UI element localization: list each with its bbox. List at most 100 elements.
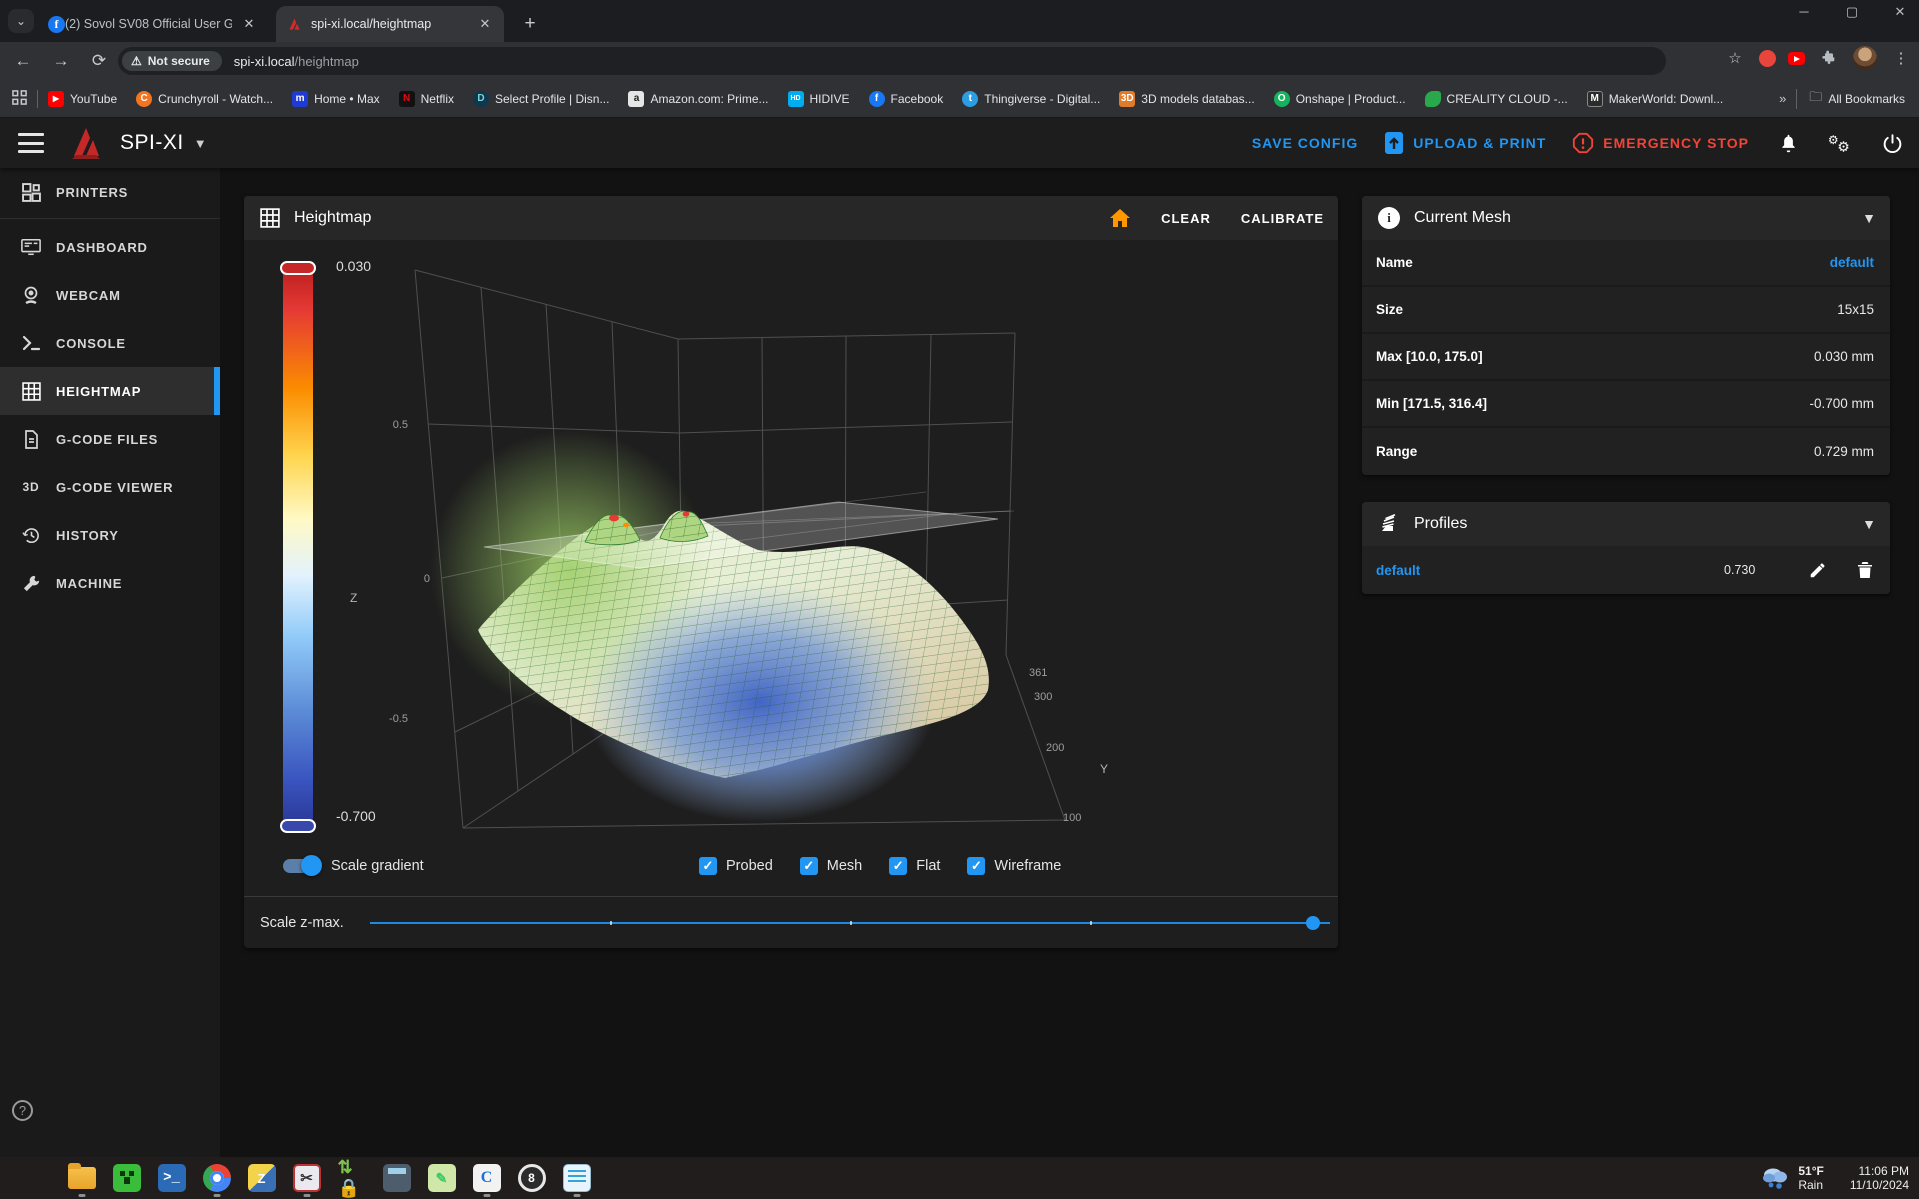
calculator-icon xyxy=(383,1164,411,1192)
window-close-button[interactable]: ✕ xyxy=(1887,4,1913,20)
new-tab-button[interactable]: + xyxy=(516,10,544,38)
profile-avatar[interactable] xyxy=(1853,46,1877,70)
browser-tab-active[interactable]: spi-xi.local/heightmap ✕ xyxy=(276,6,504,42)
bookmark-onshape[interactable]: OOnshape | Product... xyxy=(1274,91,1406,107)
back-button[interactable]: ← xyxy=(8,46,38,76)
slider-thumb[interactable] xyxy=(1306,916,1320,930)
sidebar-item-gcode-files[interactable]: G-CODE FILES xyxy=(0,415,220,463)
bookmark-thingiverse[interactable]: tThingiverse - Digital... xyxy=(962,91,1100,107)
wireframe-checkbox-item[interactable]: Wireframe xyxy=(967,857,1061,875)
tab-search-button[interactable]: ⌄ xyxy=(8,9,34,33)
bookmark-amazon[interactable]: aAmazon.com: Prime... xyxy=(628,91,768,107)
printer-name[interactable]: SPI-XI xyxy=(120,131,184,155)
printer-select-chevron-icon[interactable]: ▼ xyxy=(194,136,207,151)
notifications-bell-icon[interactable] xyxy=(1775,130,1801,156)
taskbar-minecraft[interactable] xyxy=(104,1157,149,1199)
tab-close-icon[interactable]: ✕ xyxy=(476,15,494,33)
scale-zmax-slider[interactable] xyxy=(370,922,1330,924)
sidebar-item-heightmap[interactable]: HEIGHTMAP xyxy=(0,367,220,415)
taskbar-notepadpp[interactable]: ✎ xyxy=(419,1157,464,1199)
taskbar-notepad[interactable] xyxy=(554,1157,599,1199)
mesh-name-link[interactable]: default xyxy=(1830,255,1874,270)
bookmark-creality[interactable]: CREALITY CLOUD -... xyxy=(1425,91,1568,107)
mesh-checkbox[interactable] xyxy=(800,857,818,875)
taskbar-file-explorer[interactable] xyxy=(59,1157,104,1199)
taskbar-calculator[interactable] xyxy=(374,1157,419,1199)
taskbar-start-button[interactable] xyxy=(14,1157,59,1199)
reload-button[interactable]: ⟳ xyxy=(84,46,114,76)
menu-hamburger-icon[interactable] xyxy=(18,133,44,153)
settings-gears-icon[interactable]: ⚙⚙ xyxy=(1827,130,1853,156)
forward-button[interactable]: → xyxy=(46,46,76,76)
bookmark-disney[interactable]: DSelect Profile | Disn... xyxy=(473,91,610,107)
taskbar-clock[interactable]: 11:06 PM 11/10/2024 xyxy=(1850,1164,1909,1192)
current-mesh-header[interactable]: i Current Mesh ▼ xyxy=(1362,196,1890,240)
power-icon[interactable] xyxy=(1879,130,1905,156)
adblock-extension-icon[interactable] xyxy=(1759,50,1776,67)
bookmarks-overflow-chevron[interactable]: » xyxy=(1779,91,1784,106)
machine-wrench-icon xyxy=(20,574,42,593)
bookmark-netflix[interactable]: NNetflix xyxy=(399,91,454,107)
sidebar-item-webcam[interactable]: WEBCAM xyxy=(0,271,220,319)
clear-button[interactable]: CLEAR xyxy=(1161,211,1211,226)
save-config-button[interactable]: SAVE CONFIG xyxy=(1252,135,1358,151)
sidebar-item-dashboard[interactable]: DASHBOARD xyxy=(0,223,220,271)
extensions-puzzle-icon[interactable] xyxy=(1817,46,1841,70)
bookmark-youtube[interactable]: ▶YouTube xyxy=(48,91,117,107)
heightmap-colorbar[interactable] xyxy=(283,264,313,830)
mesh-checkbox-item[interactable]: Mesh xyxy=(800,857,862,875)
sidebar-item-history[interactable]: HISTORY xyxy=(0,511,220,559)
taskbar-c-app[interactable]: C xyxy=(464,1157,509,1199)
all-bookmarks-button[interactable]: 🗀 All Bookmarks xyxy=(1809,88,1905,110)
collapse-chevron-icon[interactable]: ▼ xyxy=(1862,210,1876,226)
profile-name-link[interactable]: default xyxy=(1376,563,1420,578)
colorbar-min-handle[interactable] xyxy=(280,819,316,833)
bookmark-crunchyroll[interactable]: CCrunchyroll - Watch... xyxy=(136,91,273,107)
sidebar-item-gcode-viewer[interactable]: 3D G-CODE VIEWER xyxy=(0,463,220,511)
taskbar-snipping-tool[interactable]: ✂ xyxy=(284,1157,329,1199)
bookmark-star-icon[interactable]: ☆ xyxy=(1723,46,1747,70)
taskbar-round-app[interactable]: 8 xyxy=(509,1157,554,1199)
window-minimize-button[interactable]: ─ xyxy=(1791,4,1817,20)
probed-checkbox-item[interactable]: Probed xyxy=(699,857,773,875)
scale-gradient-toggle[interactable] xyxy=(283,859,319,873)
not-secure-chip[interactable]: ⚠ Not secure xyxy=(122,51,222,71)
bookmark-hidive[interactable]: HDHIDIVE xyxy=(788,91,850,107)
heightmap-3d-plot[interactable]: 0.5 0 -0.5 Z 361 300 200 100 Y xyxy=(330,240,1140,860)
flat-checkbox[interactable] xyxy=(889,857,907,875)
upload-print-button[interactable]: UPLOAD & PRINT xyxy=(1384,131,1546,155)
taskbar-powershell[interactable]: >_ xyxy=(149,1157,194,1199)
sidebar-item-printers[interactable]: PRINTERS xyxy=(0,168,220,216)
profile-delete-trash-icon[interactable] xyxy=(1854,559,1876,581)
tab-close-icon[interactable]: ✕ xyxy=(240,15,258,33)
sidebar-item-console[interactable]: CONSOLE xyxy=(0,319,220,367)
calibrate-button[interactable]: CALIBRATE xyxy=(1241,211,1324,226)
bookmark-facebook[interactable]: fFacebook xyxy=(869,91,944,107)
taskbar-chrome[interactable] xyxy=(194,1157,239,1199)
emergency-stop-button[interactable]: EMERGENCY STOP xyxy=(1572,132,1749,154)
bookmark-max[interactable]: mHome • Max xyxy=(292,91,380,107)
probed-checkbox[interactable] xyxy=(699,857,717,875)
youtube-extension-icon[interactable] xyxy=(1788,52,1805,65)
sidebar-item-machine[interactable]: MACHINE xyxy=(0,559,220,607)
wireframe-checkbox[interactable] xyxy=(967,857,985,875)
browser-tab-inactive[interactable]: f (2) Sovol SV08 Official User Gro ✕ xyxy=(38,6,268,42)
mesh-row-range: Range 0.729 mm xyxy=(1362,428,1890,475)
home-button[interactable] xyxy=(1109,208,1131,228)
flat-checkbox-item[interactable]: Flat xyxy=(889,857,940,875)
profile-edit-pencil-icon[interactable] xyxy=(1806,559,1828,581)
taskbar-secure-transfer[interactable]: ⇅🔒 xyxy=(329,1157,374,1199)
apps-grid-icon[interactable] xyxy=(12,90,27,108)
bookmark-3dmodels[interactable]: 3D3D models databas... xyxy=(1119,91,1254,107)
taskbar-zip-utility[interactable]: Z xyxy=(239,1157,284,1199)
window-maximize-button[interactable]: ▢ xyxy=(1839,4,1865,20)
help-icon[interactable]: ? xyxy=(12,1100,33,1121)
browser-menu-icon[interactable]: ⋮ xyxy=(1889,46,1913,70)
bookmark-makerworld[interactable]: MMakerWorld: Downl... xyxy=(1587,91,1723,107)
clock-time: 11:06 PM xyxy=(1859,1164,1909,1178)
colorbar-max-handle[interactable] xyxy=(280,261,316,275)
taskbar-weather-widget[interactable]: 51°F Rain xyxy=(1760,1164,1823,1192)
collapse-chevron-icon[interactable]: ▼ xyxy=(1862,516,1876,532)
profiles-header[interactable]: Profiles ▼ xyxy=(1362,502,1890,546)
address-bar[interactable]: ⚠ Not secure spi-xi.local/heightmap xyxy=(118,47,1666,75)
